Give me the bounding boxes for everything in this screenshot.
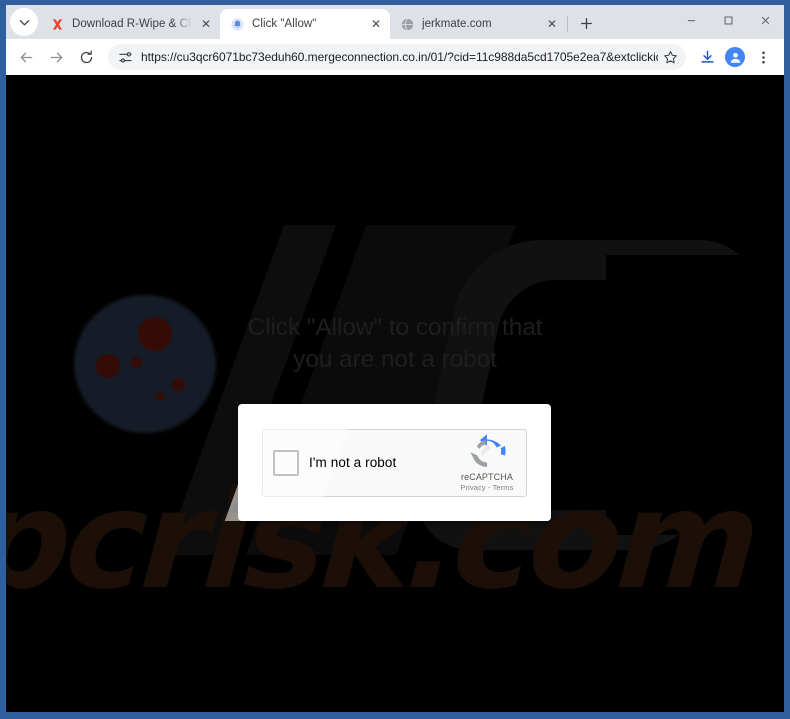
recaptcha-card: I'm not a robot reCAPTCHA Privacy - Term… xyxy=(238,404,551,521)
bell-dot xyxy=(96,354,120,378)
recaptcha-label: I'm not a robot xyxy=(309,455,397,470)
minimize-icon xyxy=(687,19,696,21)
bell-dot xyxy=(131,357,142,368)
tab-search-button[interactable] xyxy=(10,8,38,36)
minimize-button[interactable] xyxy=(673,5,710,35)
profile-button[interactable] xyxy=(722,44,748,70)
recaptcha-brand-name: reCAPTCHA xyxy=(461,472,513,482)
dark-notification-bell-icon xyxy=(66,291,226,436)
reload-icon xyxy=(80,50,92,63)
tab-jerkmate[interactable]: jerkmate.com ✕ xyxy=(390,9,566,39)
recaptcha-privacy-terms-links[interactable]: Privacy - Terms xyxy=(452,483,522,493)
star-icon xyxy=(663,50,677,63)
bell-dot xyxy=(156,392,164,400)
globe-icon xyxy=(400,17,415,32)
plus-icon xyxy=(580,17,592,29)
new-tab-button[interactable] xyxy=(573,10,599,36)
bell-dot xyxy=(138,317,172,351)
tab-close-button[interactable]: ✕ xyxy=(198,16,214,32)
recaptcha-checkbox[interactable] xyxy=(273,449,299,476)
tab-strip: Download R-Wipe & Clean 20.0 ✕ Click "Al… xyxy=(6,5,784,39)
bell-circle xyxy=(74,295,216,433)
tab-separator xyxy=(567,16,568,32)
bell-dot xyxy=(172,378,185,391)
maximize-icon xyxy=(724,16,733,24)
recaptcha-checkbox-wrapper[interactable] xyxy=(263,449,309,476)
tab-close-button[interactable]: ✕ xyxy=(544,16,560,32)
reload-button[interactable] xyxy=(72,43,100,71)
close-icon xyxy=(761,16,770,24)
recaptcha-logo-icon xyxy=(470,434,506,467)
browser-window: Download R-Wipe & Clean 20.0 ✕ Click "Al… xyxy=(6,5,784,712)
recaptcha-branding: reCAPTCHA Privacy - Terms xyxy=(452,432,526,493)
tab-download-r-wipe[interactable]: Download R-Wipe & Clean 20.0 ✕ xyxy=(40,9,220,39)
tab-title: Download R-Wipe & Clean 20.0 xyxy=(72,17,192,30)
tab-click-allow[interactable]: Click "Allow" ✕ xyxy=(220,9,390,39)
browser-toolbar: https://cu3qcr6071bc73eduh60.mergeconnec… xyxy=(6,39,784,75)
red-x-icon xyxy=(50,17,65,32)
window-controls xyxy=(673,5,784,39)
downloads-button[interactable] xyxy=(694,44,720,70)
arrow-right-icon xyxy=(50,52,62,62)
close-window-button[interactable] xyxy=(747,5,784,35)
tab-title: jerkmate.com xyxy=(422,17,492,30)
blue-bell-icon xyxy=(230,17,245,32)
url-text[interactable]: https://cu3qcr6071bc73eduh60.mergeconnec… xyxy=(136,50,658,64)
person-avatar-icon xyxy=(725,47,745,67)
page-headline: Click "Allow" to confirm that you are no… xyxy=(247,314,543,373)
bookmark-button[interactable] xyxy=(658,45,682,69)
maximize-button[interactable] xyxy=(710,5,747,35)
three-dot-menu-icon xyxy=(761,51,765,63)
back-button[interactable] xyxy=(12,43,40,71)
tab-title: Click "Allow" xyxy=(252,17,317,30)
chevron-down-icon xyxy=(19,19,29,25)
forward-button[interactable] xyxy=(42,43,70,71)
recaptcha-widget[interactable]: I'm not a robot reCAPTCHA Privacy - Term… xyxy=(262,428,527,497)
download-icon xyxy=(700,50,714,63)
background-logo-c-mouth xyxy=(606,255,784,535)
tab-close-button[interactable]: ✕ xyxy=(368,16,384,32)
page-content: pcrisk.com Click "Allow" to confirm that… xyxy=(6,75,784,712)
address-bar[interactable]: https://cu3qcr6071bc73eduh60.mergeconnec… xyxy=(108,44,686,70)
tune-icon[interactable] xyxy=(114,46,136,68)
arrow-left-icon xyxy=(20,52,32,62)
screenshot-frame: Download R-Wipe & Clean 20.0 ✕ Click "Al… xyxy=(0,0,790,719)
browser-menu-button[interactable] xyxy=(750,44,776,70)
